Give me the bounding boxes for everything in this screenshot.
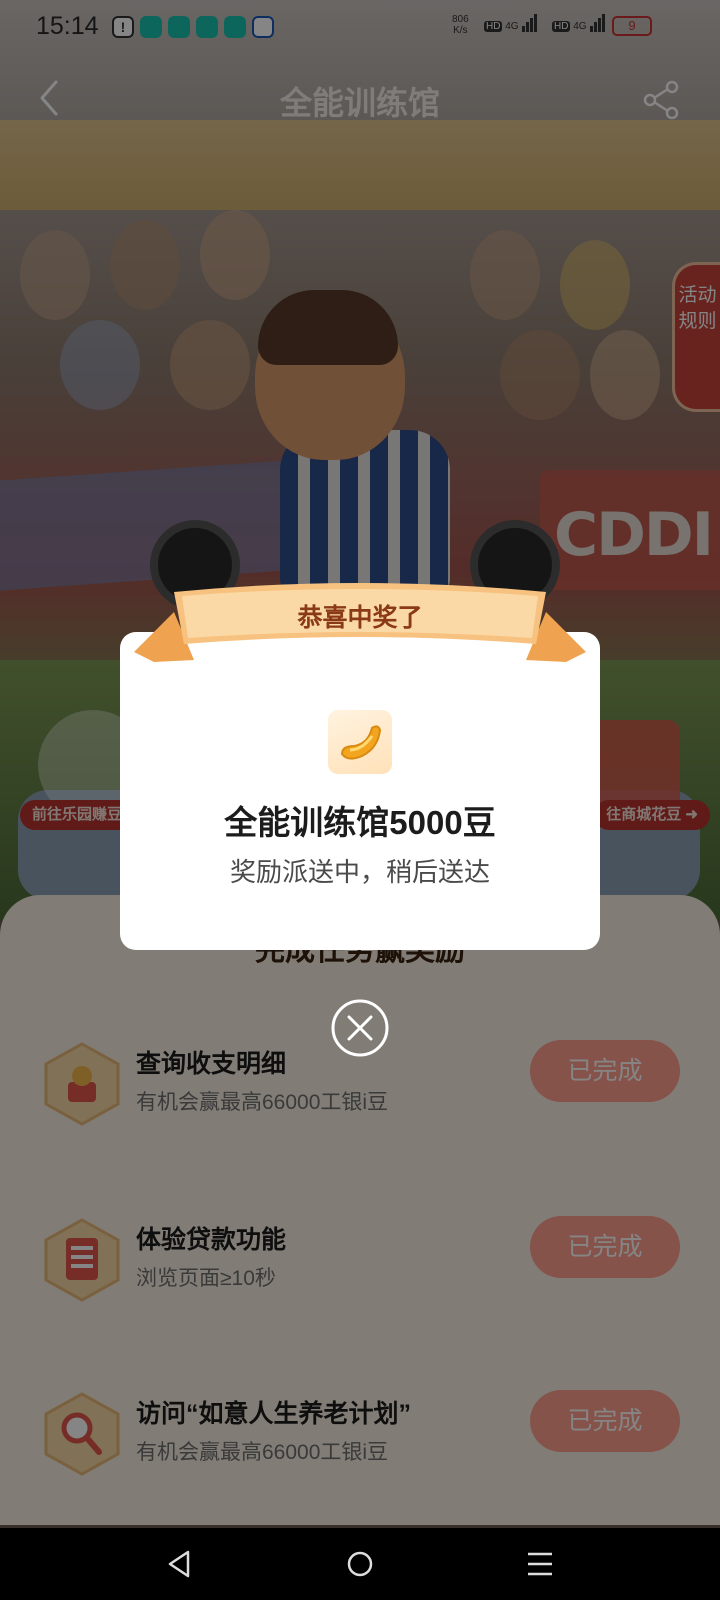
prize-title: 全能训练馆5000豆: [224, 804, 496, 841]
circle-home-icon: [347, 1551, 373, 1577]
ribbon-title: 恭喜中奖了: [297, 604, 423, 632]
close-icon: [331, 999, 389, 1057]
menu-icon: [528, 1552, 552, 1576]
bean-icon: [328, 710, 392, 774]
nav-menu-button[interactable]: [518, 1542, 562, 1586]
prize-message: 奖励派送中，稍后送达: [229, 857, 490, 887]
close-dialog-button[interactable]: [330, 998, 390, 1058]
prize-dialog: [120, 632, 600, 950]
nav-back-button[interactable]: [158, 1542, 202, 1586]
triangle-back-icon: [168, 1550, 190, 1578]
nav-home-button[interactable]: [338, 1542, 382, 1586]
system-nav-bar: [0, 1528, 720, 1600]
